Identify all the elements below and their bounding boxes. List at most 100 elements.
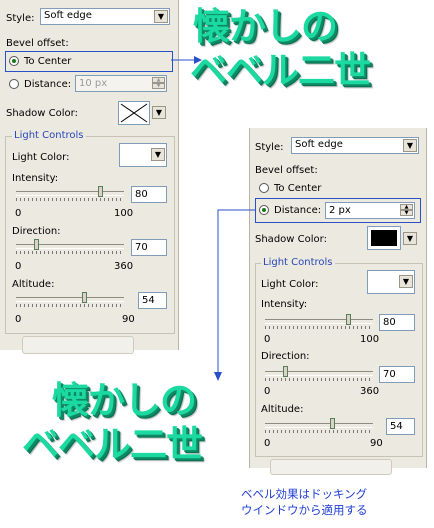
intensity-label: Intensity: (12, 173, 59, 184)
distance-radio-2[interactable] (259, 205, 269, 215)
shadow-color-swatch[interactable] (118, 101, 150, 125)
intensity-input-2[interactable]: 80 (379, 314, 415, 331)
shadow-color-dropdown-2[interactable]: ▼ (403, 232, 417, 245)
to-center-label-2: To Center (274, 183, 322, 194)
distance-value-2: 2 px (329, 205, 351, 216)
chevron-down-icon[interactable]: ▼ (154, 10, 168, 23)
intensity-min: 0 (15, 208, 22, 219)
to-center-radio-2[interactable] (259, 183, 269, 193)
shadow-color-dropdown[interactable]: ▼ (152, 106, 166, 119)
style-label-2: Style: (255, 142, 284, 153)
distance-input-2[interactable]: 2 px ▲ ▼ (325, 202, 415, 219)
intensity-slider-thumb-2[interactable] (346, 314, 351, 325)
title-bottom-line1: 懐かしの (52, 379, 197, 422)
intensity-input[interactable]: 80 (131, 186, 167, 203)
bevel-offset-label-2: Bevel offset: (255, 165, 318, 176)
direction-max-2: 360 (360, 386, 380, 397)
direction-input[interactable]: 70 (131, 239, 167, 256)
direction-input-2[interactable]: 70 (379, 366, 415, 383)
light-color-swatch[interactable]: ▼ (119, 143, 167, 167)
light-color-label-2: Light Color: (261, 279, 319, 290)
altitude-label: Altitude: (12, 279, 55, 290)
distance-value: 10 px (79, 78, 108, 89)
style-value-2: Soft edge (295, 139, 343, 150)
style-select-2[interactable]: Soft edge ▼ (291, 137, 419, 154)
title-bottom-line2: ベベル二世 (22, 423, 203, 466)
altitude-input[interactable]: 54 (138, 292, 167, 309)
altitude-ticks (16, 304, 124, 307)
intensity-max-2: 100 (360, 334, 380, 345)
intensity-ticks-2 (265, 326, 373, 329)
title-top-line1: 懐かしの (193, 5, 338, 48)
shadow-color-label: Shadow Color: (6, 108, 78, 119)
apply-button-partial[interactable] (22, 336, 134, 354)
distance-spinner[interactable]: ▲ ▼ (152, 77, 165, 90)
intensity-slider-track-2[interactable] (265, 319, 373, 324)
chevron-down-icon-2[interactable]: ▼ (403, 139, 417, 152)
direction-label-2: Direction: (261, 351, 310, 362)
intensity-label-2: Intensity: (261, 299, 308, 310)
to-center-label: To Center (24, 56, 72, 67)
intensity-slider-thumb[interactable] (98, 186, 103, 197)
light-color-swatch-2[interactable]: ▼ (367, 270, 415, 294)
altitude-input-2[interactable]: 54 (386, 418, 415, 435)
direction-slider-thumb-2[interactable] (283, 366, 288, 377)
caption-line1: ベベル効果はドッキング (241, 487, 368, 501)
effects-panel-1: Style: Soft edge ▼ Bevel offset: To Cent… (0, 0, 179, 354)
black-color-chip (371, 230, 397, 246)
altitude-slider-track-2[interactable] (265, 423, 373, 428)
altitude-max: 90 (122, 314, 135, 325)
intensity-ticks (16, 198, 124, 201)
intensity-value: 80 (135, 189, 148, 200)
intensity-value-2: 80 (383, 317, 396, 328)
direction-slider-thumb[interactable] (34, 239, 39, 250)
altitude-min-2: 0 (264, 438, 271, 449)
arrow-to-title (171, 56, 202, 64)
direction-ticks (16, 251, 124, 254)
distance-label-2: Distance: (274, 205, 322, 216)
altitude-slider-thumb-2[interactable] (330, 418, 335, 429)
effects-panel-2: Style: Soft edge ▼ Bevel offset: To Cent… (249, 128, 427, 475)
distance-input[interactable]: 10 px ▲ ▼ (75, 75, 167, 92)
direction-label: Direction: (12, 226, 61, 237)
style-value: Soft edge (44, 10, 92, 21)
altitude-value-2: 54 (390, 421, 403, 432)
intensity-min-2: 0 (264, 334, 271, 345)
altitude-value: 54 (142, 295, 155, 306)
direction-value: 70 (135, 242, 148, 253)
direction-max: 360 (114, 261, 134, 272)
distance-radio[interactable] (9, 79, 19, 89)
shadow-color-label-2: Shadow Color: (255, 234, 327, 245)
direction-min-2: 0 (264, 386, 271, 397)
light-color-dropdown[interactable]: ▼ (151, 148, 165, 161)
altitude-max-2: 90 (370, 438, 383, 449)
altitude-ticks-2 (265, 430, 373, 433)
altitude-min: 0 (15, 314, 22, 325)
light-color-dropdown-2[interactable]: ▼ (399, 275, 413, 288)
altitude-label-2: Altitude: (261, 404, 304, 415)
apply-button-partial-2[interactable] (270, 459, 392, 475)
to-center-radio[interactable] (9, 56, 19, 66)
caption-line2: ウインドウから適用する (241, 503, 368, 517)
light-controls-label: Light Controls (12, 130, 86, 141)
altitude-slider-track[interactable] (16, 297, 124, 302)
direction-value-2: 70 (383, 369, 396, 380)
title-top-line2: ベベル二世 (190, 49, 371, 92)
intensity-slider-track[interactable] (16, 191, 124, 196)
direction-slider-track-2[interactable] (265, 371, 373, 376)
altitude-slider-thumb[interactable] (82, 292, 87, 303)
style-label: Style: (6, 13, 35, 24)
direction-min: 0 (15, 261, 22, 272)
intensity-max: 100 (114, 208, 134, 219)
arrow-to-bottom-title (214, 209, 256, 381)
light-controls-label-2: Light Controls (261, 257, 335, 268)
no-color-icon (120, 103, 148, 123)
light-color-label: Light Color: (12, 152, 70, 163)
distance-label: Distance: (24, 79, 72, 90)
direction-ticks-2 (265, 378, 373, 381)
style-select[interactable]: Soft edge ▼ (40, 8, 170, 25)
bevel-offset-label: Bevel offset: (6, 38, 69, 49)
shadow-color-swatch-2[interactable] (367, 226, 401, 250)
direction-slider-track[interactable] (16, 244, 124, 249)
distance-spinner-2[interactable]: ▲ ▼ (400, 204, 413, 217)
